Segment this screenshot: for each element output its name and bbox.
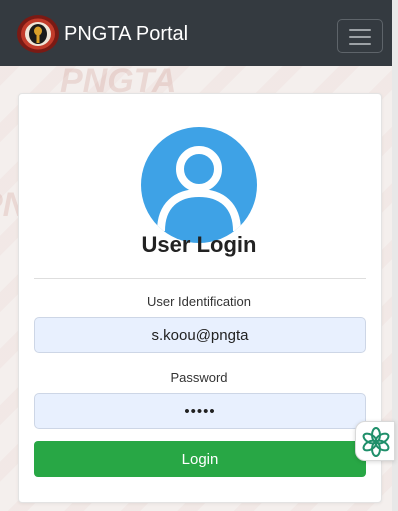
hamburger-menu-icon [349, 36, 371, 38]
login-title: User Login [141, 232, 257, 257]
assistant-widget-button[interactable] [355, 421, 395, 461]
title-divider [34, 278, 366, 279]
password-input[interactable] [34, 393, 366, 429]
user-avatar-icon [141, 127, 257, 243]
hamburger-menu-icon [349, 43, 371, 45]
pngta-logo-icon[interactable] [16, 14, 60, 54]
login-button[interactable]: Login [34, 441, 366, 477]
user-id-label: User Identification [146, 294, 252, 309]
user-id-input[interactable] [34, 317, 366, 353]
hamburger-menu-icon [349, 29, 371, 31]
assistant-flower-icon [362, 427, 390, 457]
brand-title[interactable]: PNGTA Portal [64, 22, 188, 46]
top-navbar: PNGTA Portal [0, 0, 392, 66]
password-label: Password [170, 370, 228, 385]
hamburger-menu-button[interactable] [337, 19, 383, 53]
